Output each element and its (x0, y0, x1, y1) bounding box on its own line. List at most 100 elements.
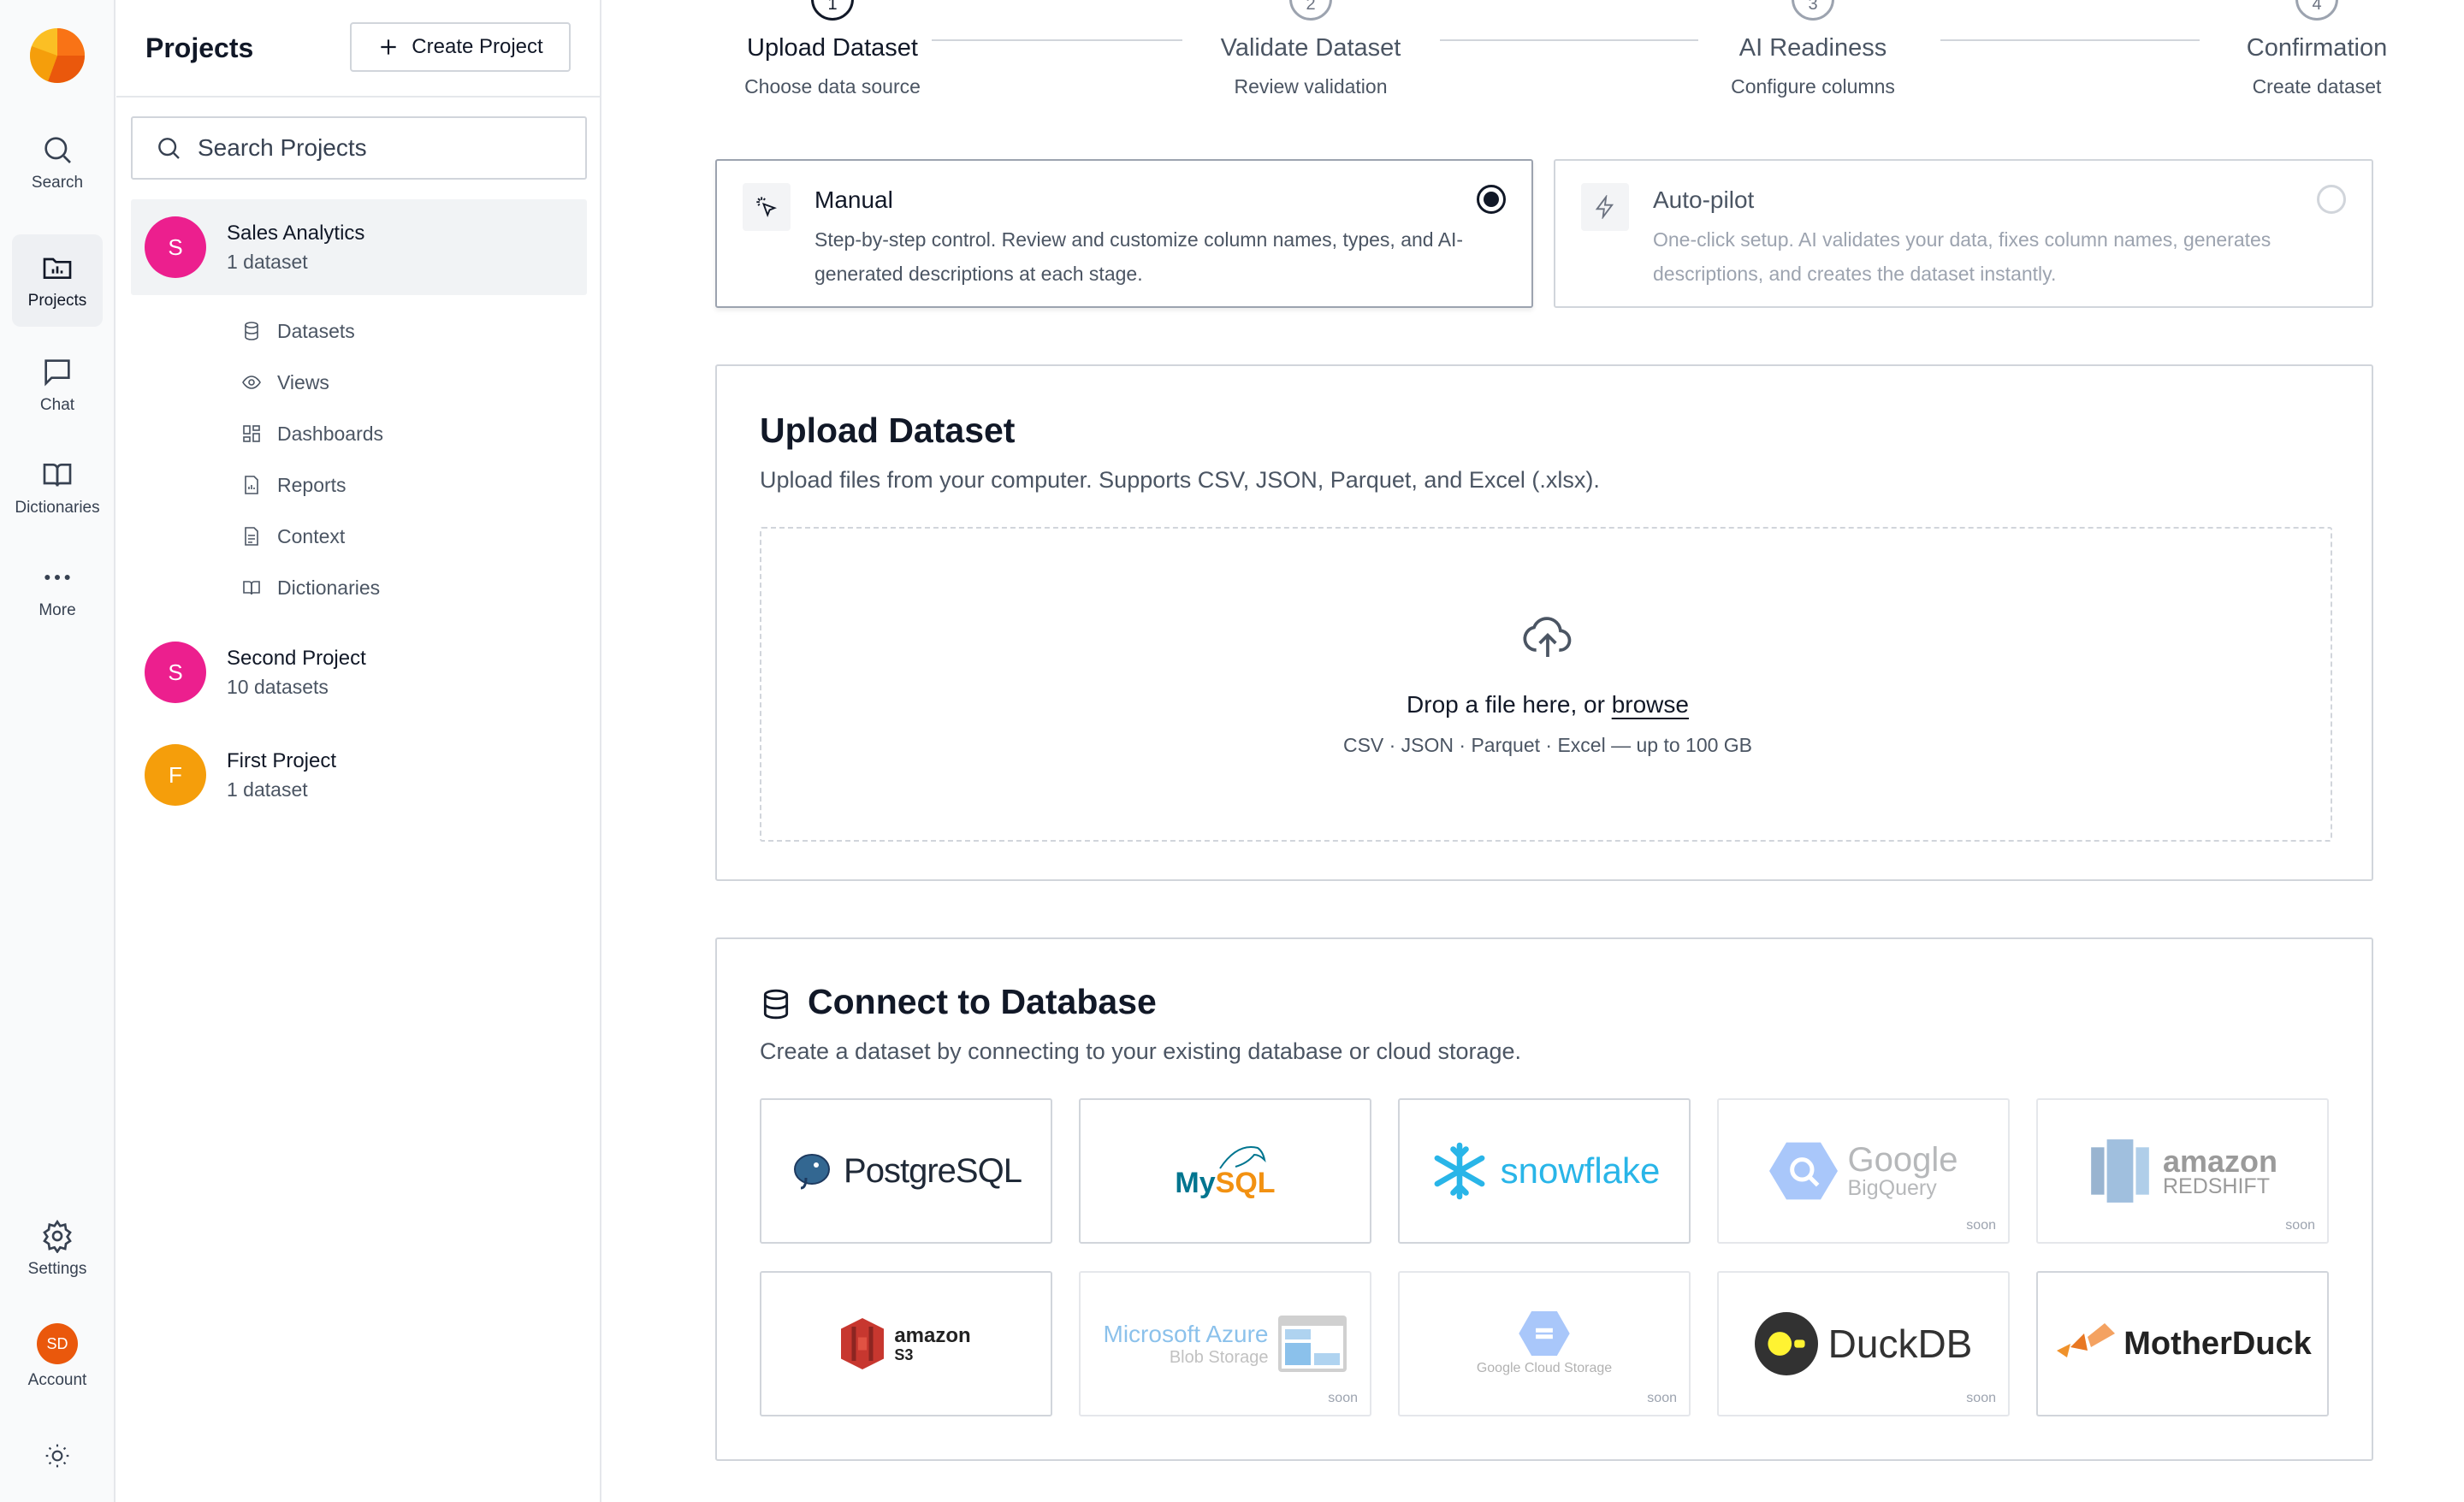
connector-duckdb[interactable]: DuckDB soon (1717, 1271, 2010, 1416)
soon-tag: soon (1647, 1391, 1677, 1405)
report-icon (245, 476, 258, 494)
mode-title: Manual (814, 186, 893, 213)
mode-icon (743, 183, 791, 231)
connector-mysql[interactable]: MySQL (1079, 1098, 1371, 1244)
search-icon (44, 137, 71, 163)
pointer-click-icon (756, 197, 777, 217)
s3-bucket-icon (841, 1318, 885, 1369)
project-nav-dashboards[interactable]: Dashboards (241, 417, 383, 451)
upload-section: Upload Dataset Upload files from your co… (715, 364, 2373, 881)
connector-name: amazon (894, 1323, 971, 1347)
rail-dictionaries[interactable]: Dictionaries (12, 441, 103, 534)
gear-icon (43, 1219, 72, 1253)
project-nav-datasets[interactable]: Datasets (241, 314, 355, 348)
connector-motherduck[interactable]: MotherDuck (2036, 1271, 2329, 1416)
create-project-button[interactable]: Create Project (350, 22, 571, 72)
create-project-label: Create Project (412, 35, 543, 58)
step-connector (1940, 39, 2200, 41)
book-icon (43, 464, 72, 487)
rail-more[interactable]: More (12, 544, 103, 636)
step-title[interactable]: Validate Dataset (1221, 34, 1401, 62)
step-subtitle: Configure columns (1731, 75, 1895, 98)
rail-settings[interactable]: Settings (12, 1203, 103, 1295)
connector-name: Google (1847, 1141, 1958, 1179)
connector-postgresql[interactable]: PostgreSQL (760, 1098, 1052, 1244)
project-item[interactable]: S Second Project 10 datasets (131, 624, 587, 720)
elephant-icon (794, 1154, 831, 1190)
step-number: 4 (2295, 0, 2338, 21)
rail-account[interactable]: SD Account (12, 1310, 103, 1403)
project-avatar: S (145, 642, 206, 703)
connector-name: MotherDuck (2123, 1325, 2312, 1362)
connector-azure-blob[interactable]: Microsoft Azure Blob Storage soon (1079, 1271, 1371, 1416)
connector-name: Microsoft Azure (1103, 1320, 1269, 1347)
search-projects-field[interactable] (131, 116, 587, 180)
connector-snowflake[interactable]: snowflake (1398, 1098, 1691, 1244)
project-nav-label: Dictionaries (277, 576, 381, 599)
project-count: 10 datasets (227, 675, 329, 698)
project-avatar: F (145, 744, 206, 806)
section-title: Upload Dataset (760, 411, 1016, 450)
mode-manual-card[interactable]: Manual Step-by-step control. Review and … (715, 159, 1533, 308)
database-icon (763, 989, 789, 1020)
drop-text: Drop a file here, or (1407, 691, 1605, 718)
panel-title: Projects (145, 33, 254, 63)
file-dropzone[interactable]: Drop a file here, or browse CSV · JSON ·… (760, 527, 2332, 842)
soon-tag: soon (1966, 1218, 1996, 1233)
project-item[interactable]: F First Project 1 dataset (131, 727, 587, 823)
soon-tag: soon (1328, 1391, 1358, 1405)
connector-name: snowflake (1500, 1150, 1661, 1191)
bigquery-icon (1768, 1142, 1838, 1200)
project-nav-label: Datasets (277, 319, 355, 342)
theme-toggle[interactable] (12, 1425, 103, 1487)
rail-label: Dictionaries (15, 499, 100, 517)
step-title[interactable]: Upload Dataset (747, 34, 918, 62)
lightning-icon (1595, 195, 1614, 219)
step-subtitle: Create dataset (2252, 75, 2382, 98)
mode-autopilot-card[interactable]: Auto-pilot One-click setup. AI validates… (1554, 159, 2373, 308)
browse-link[interactable]: browse (1612, 691, 1689, 718)
app-logo[interactable] (29, 27, 86, 84)
search-input[interactable] (198, 134, 574, 162)
rail-search[interactable]: Search (12, 116, 103, 209)
project-nav-views[interactable]: Views (241, 365, 329, 399)
step-title[interactable]: AI Readiness (1739, 34, 1887, 62)
rail-label: Settings (27, 1260, 87, 1278)
project-nav-context[interactable]: Context (241, 519, 345, 553)
project-nav-reports[interactable]: Reports (241, 468, 346, 502)
supported-formats: CSV · JSON · Parquet · Excel — up to 100… (1342, 734, 1753, 756)
rail-chat[interactable]: Chat (12, 339, 103, 431)
project-item[interactable]: S Sales Analytics 1 dataset (131, 199, 587, 295)
avatar: SD (37, 1323, 78, 1364)
soon-tag: soon (2285, 1218, 2315, 1233)
connector-bigquery[interactable]: Google BigQuery soon (1717, 1098, 2010, 1244)
mode-radio[interactable] (1477, 185, 1506, 214)
chat-icon (44, 359, 70, 387)
project-count: 1 dataset (227, 250, 308, 273)
folder-chart-icon (43, 257, 72, 279)
step-title[interactable]: Confirmation (2247, 34, 2387, 62)
step-connector (1440, 39, 1698, 41)
dashboard-icon (243, 425, 260, 442)
mode-radio[interactable] (2317, 185, 2346, 214)
project-nav-dictionaries[interactable]: Dictionaries (241, 571, 380, 605)
connector-name: DuckDB (1827, 1322, 1973, 1366)
motherduck-icon (2057, 1323, 2116, 1357)
document-icon (245, 527, 258, 546)
drop-instructions: Drop a file here, or browse (761, 691, 2334, 718)
step-connector (932, 39, 1182, 41)
gcs-icon (1519, 1311, 1570, 1356)
divider (116, 96, 601, 98)
connector-name: PostgreSQL (844, 1151, 1022, 1190)
project-name: Sales Analytics (227, 221, 365, 245)
eye-icon (242, 376, 261, 389)
connector-s3[interactable]: amazon S3 (760, 1271, 1052, 1416)
sun-icon (45, 1444, 69, 1468)
snowflake-icon (1434, 1142, 1485, 1200)
rail-projects[interactable]: Projects (12, 234, 103, 327)
project-nav-label: Views (277, 370, 329, 393)
project-name: Second Project (227, 646, 366, 670)
left-rail: Search Projects Chat Dictionaries More S… (0, 0, 116, 1502)
connector-redshift[interactable]: amazon REDSHIFT soon (2036, 1098, 2329, 1244)
connector-gcs[interactable]: Google Cloud Storage soon (1398, 1271, 1691, 1416)
